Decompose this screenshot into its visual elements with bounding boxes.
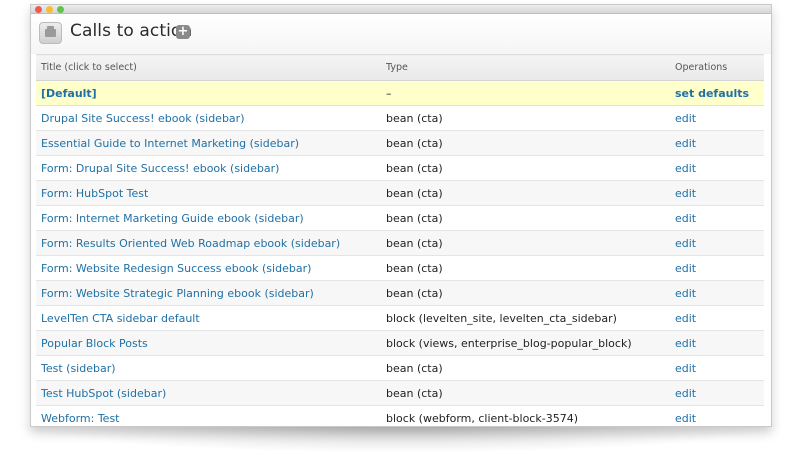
table-row: Test (sidebar) bean (cta) edit [36, 355, 764, 381]
table-row: Form: Website Redesign Success ebook (si… [36, 255, 764, 281]
window-titlebar [31, 5, 771, 14]
edit-link[interactable]: edit [675, 287, 696, 300]
row-type-cell: bean (cta) [381, 105, 670, 131]
row-title-cell: Popular Block Posts [36, 330, 381, 356]
page-header: Calls to action + [31, 14, 771, 54]
row-title-link[interactable]: Form: Drupal Site Success! ebook (sideba… [41, 162, 279, 175]
minimize-window-icon[interactable] [46, 6, 53, 13]
table-row: Drupal Site Success! ebook (sidebar) bean… [36, 105, 764, 131]
row-operations-cell: edit [670, 355, 764, 381]
zoom-window-icon[interactable] [57, 6, 64, 13]
row-type-cell: – [381, 80, 670, 106]
row-title-link[interactable]: Essential Guide to Internet Marketing (s… [41, 137, 299, 150]
edit-link[interactable]: edit [675, 137, 696, 150]
row-operations-cell: edit [670, 155, 764, 181]
row-title-link[interactable]: Webform: Test [41, 412, 120, 425]
table-row: Form: Website Strategic Planning ebook (… [36, 280, 764, 306]
row-type-cell: bean (cta) [381, 380, 670, 406]
row-type-cell: block (levelten_site, levelten_cta_sideb… [381, 305, 670, 331]
app-window: Calls to action + Title (click to select… [30, 4, 772, 427]
table-row: Form: HubSpot Test bean (cta) edit [36, 180, 764, 206]
table-row: Form: Drupal Site Success! ebook (sideba… [36, 155, 764, 181]
row-type-cell: bean (cta) [381, 280, 670, 306]
row-operations-cell: edit [670, 230, 764, 256]
row-type-cell: bean (cta) [381, 130, 670, 156]
row-title-link[interactable]: Test HubSpot (sidebar) [41, 387, 166, 400]
row-operations-cell: edit [670, 330, 764, 356]
row-title-cell: Essential Guide to Internet Marketing (s… [36, 130, 381, 156]
row-operations-cell: edit [670, 380, 764, 406]
edit-link[interactable]: edit [675, 112, 696, 125]
close-window-icon[interactable] [35, 6, 42, 13]
row-title-cell: Form: Website Strategic Planning ebook (… [36, 280, 381, 306]
edit-link[interactable]: edit [675, 237, 696, 250]
row-operations-cell: edit [670, 305, 764, 331]
row-operations-cell: edit [670, 280, 764, 306]
edit-link[interactable]: edit [675, 162, 696, 175]
row-type-cell: block (webform, client-block-3574) [381, 405, 670, 426]
row-title-link[interactable]: Form: HubSpot Test [41, 187, 148, 200]
table-header-row: Title (click to select) Type Operations [36, 54, 764, 81]
window-shadow [18, 424, 782, 452]
row-title-link[interactable]: [Default] [41, 87, 97, 100]
row-title-cell: Form: HubSpot Test [36, 180, 381, 206]
add-cta-button[interactable]: + [176, 25, 190, 39]
table-row: Form: Results Oriented Web Roadmap ebook… [36, 230, 764, 256]
row-title-link[interactable]: LevelTen CTA sidebar default [41, 312, 200, 325]
row-title-link[interactable]: Form: Website Strategic Planning ebook (… [41, 287, 314, 300]
table-row: Essential Guide to Internet Marketing (s… [36, 130, 764, 156]
table-row: Test HubSpot (sidebar) bean (cta) edit [36, 380, 764, 406]
row-operations-cell: edit [670, 255, 764, 281]
edit-link[interactable]: edit [675, 212, 696, 225]
edit-link[interactable]: edit [675, 187, 696, 200]
row-type-cell: bean (cta) [381, 205, 670, 231]
block-icon [39, 22, 62, 44]
row-title-link[interactable]: Form: Website Redesign Success ebook (si… [41, 262, 311, 275]
row-title-cell: Webform: Test [36, 405, 381, 426]
row-title-link[interactable]: Form: Results Oriented Web Roadmap ebook… [41, 237, 340, 250]
row-operations-cell: edit [670, 105, 764, 131]
row-type-cell: bean (cta) [381, 355, 670, 381]
row-title-link[interactable]: Form: Internet Marketing Guide ebook (si… [41, 212, 304, 225]
row-operations-cell: set defaults [670, 80, 764, 106]
row-title-cell: Test (sidebar) [36, 355, 381, 381]
row-operations-cell: edit [670, 130, 764, 156]
edit-link[interactable]: edit [675, 337, 696, 350]
column-header-operations: Operations [670, 54, 764, 81]
edit-link[interactable]: edit [675, 262, 696, 275]
row-type-cell: block (views, enterprise_blog-popular_bl… [381, 330, 670, 356]
column-header-type: Type [381, 54, 670, 81]
row-operations-cell: edit [670, 180, 764, 206]
set-defaults-link[interactable]: set defaults [675, 87, 749, 100]
row-type-cell: bean (cta) [381, 230, 670, 256]
row-type-cell: bean (cta) [381, 155, 670, 181]
row-title-cell: Form: Website Redesign Success ebook (si… [36, 255, 381, 281]
row-title-link[interactable]: Test (sidebar) [41, 362, 116, 375]
row-title-cell: Form: Drupal Site Success! ebook (sideba… [36, 155, 381, 181]
edit-link[interactable]: edit [675, 312, 696, 325]
row-title-cell: Form: Internet Marketing Guide ebook (si… [36, 205, 381, 231]
column-header-title[interactable]: Title (click to select) [36, 54, 381, 81]
table-row: Webform: Test block (webform, client-bloc… [36, 405, 764, 426]
row-type-cell: bean (cta) [381, 180, 670, 206]
table-row: Popular Block Posts block (views, enterpr… [36, 330, 764, 356]
edit-link[interactable]: edit [675, 412, 696, 425]
row-title-cell: Form: Results Oriented Web Roadmap ebook… [36, 230, 381, 256]
table-row: Form: Internet Marketing Guide ebook (si… [36, 205, 764, 231]
row-title-cell: Drupal Site Success! ebook (sidebar) [36, 105, 381, 131]
page-title: Calls to action [70, 21, 193, 41]
cta-table: Title (click to select) Type Operations … [36, 54, 764, 426]
default-row: [Default] – set defaults [36, 80, 764, 106]
row-operations-cell: edit [670, 205, 764, 231]
row-type-cell: bean (cta) [381, 255, 670, 281]
table-row: LevelTen CTA sidebar default block (level… [36, 305, 764, 331]
row-title-cell: LevelTen CTA sidebar default [36, 305, 381, 331]
row-operations-cell: edit [670, 405, 764, 426]
row-title-link[interactable]: Popular Block Posts [41, 337, 148, 350]
row-title-cell: Test HubSpot (sidebar) [36, 380, 381, 406]
row-title-cell: [Default] [36, 80, 381, 106]
row-title-link[interactable]: Drupal Site Success! ebook (sidebar) [41, 112, 244, 125]
edit-link[interactable]: edit [675, 387, 696, 400]
edit-link[interactable]: edit [675, 362, 696, 375]
